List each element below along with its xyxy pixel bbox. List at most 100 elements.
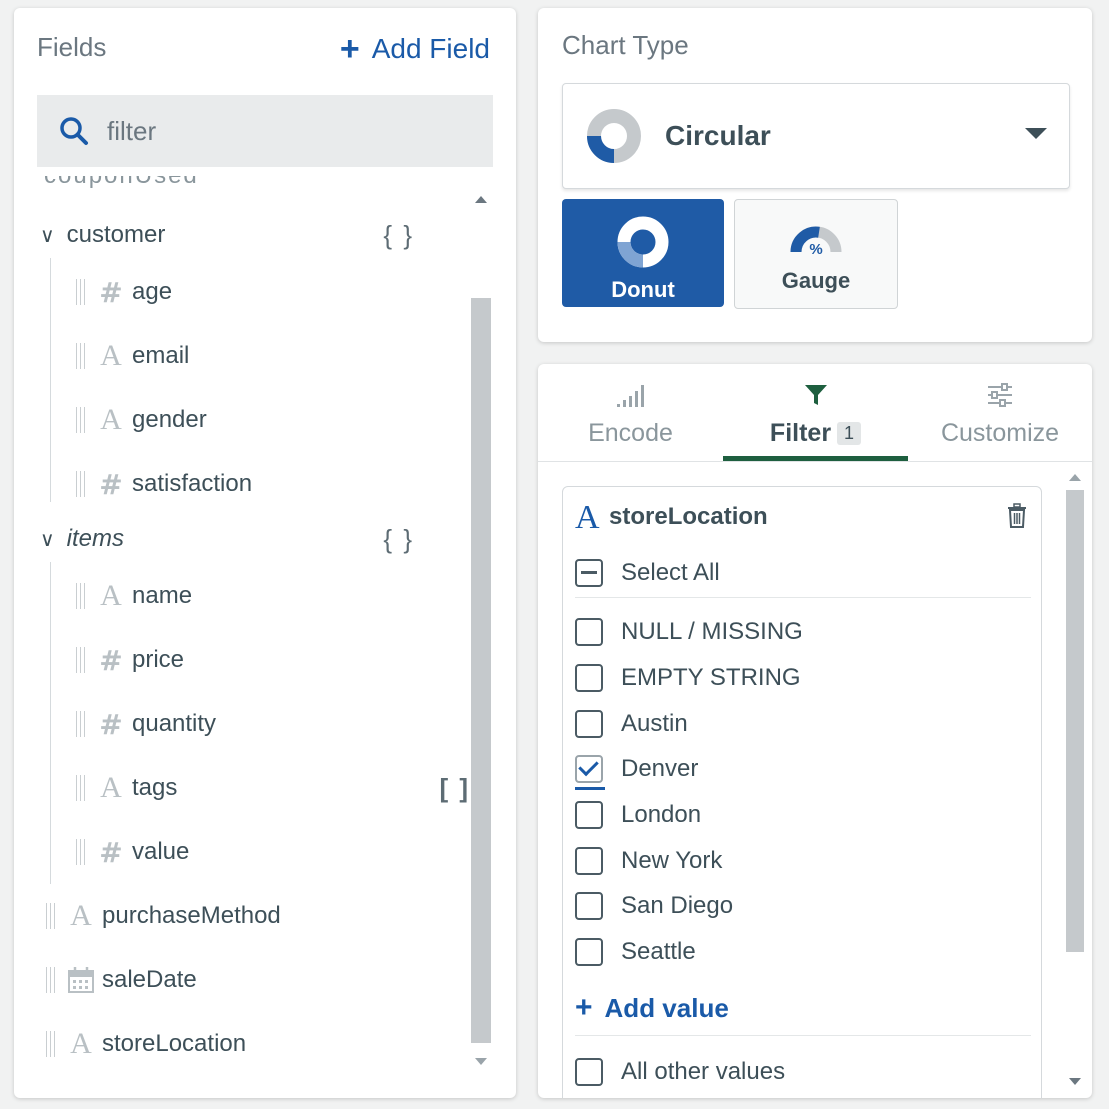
chart-type-dropdown[interactable]: Circular [562, 83, 1070, 189]
filter-scrollbar[interactable] [1064, 468, 1086, 1092]
svg-text:%: % [809, 241, 822, 258]
value-checkbox[interactable] [575, 1058, 603, 1086]
field-label: value [132, 838, 190, 865]
field-row-gender[interactable]: A gender [76, 390, 207, 450]
option-label: Denver [621, 755, 699, 782]
all-other-values-option[interactable]: All other values [575, 1058, 785, 1086]
add-value-button[interactable]: + Add value [575, 991, 729, 1025]
option-label: NULL / MISSING [621, 618, 803, 645]
drag-handle-icon[interactable] [76, 583, 86, 609]
donut-label: Donut [611, 277, 675, 302]
value-option-empty-string[interactable]: EMPTY STRING [575, 664, 801, 692]
tab-customize[interactable]: Customize [908, 382, 1092, 462]
cut-off-field-row[interactable]: couponUsed [44, 176, 344, 190]
fields-scrollbar[interactable] [470, 188, 492, 1073]
drag-handle-icon[interactable] [76, 343, 86, 369]
bar-signal-icon [616, 385, 644, 407]
trash-icon[interactable] [1005, 503, 1029, 534]
field-label: gender [132, 406, 207, 433]
field-row-value[interactable]: # value [76, 822, 189, 882]
value-option-london[interactable]: London [575, 801, 701, 829]
field-row-tags[interactable]: A tags [ ] [76, 758, 470, 818]
chart-type-title: Chart Type [562, 30, 689, 60]
tree-guide-line [50, 562, 51, 884]
scroll-down-icon[interactable] [1069, 1078, 1081, 1085]
field-row-saleDate[interactable]: saleDate [46, 950, 197, 1010]
field-filter-box[interactable] [37, 95, 493, 167]
value-option-new-york[interactable]: New York [575, 847, 722, 875]
tab-label: Customize [940, 419, 1060, 447]
field-label: tags [132, 774, 178, 801]
scroll-down-icon[interactable] [475, 1058, 487, 1065]
drag-handle-icon[interactable] [76, 407, 86, 433]
value-option-san-diego[interactable]: San Diego [575, 892, 733, 920]
value-option-austin[interactable]: Austin [575, 710, 688, 738]
drag-handle-icon[interactable] [46, 903, 56, 929]
filter-field-name: storeLocation [609, 503, 768, 530]
add-value-label: Add value [604, 992, 729, 1023]
value-checkbox[interactable] [575, 710, 603, 738]
number-type-icon: # [99, 707, 123, 741]
option-label: Select All [621, 559, 720, 586]
field-label: quantity [132, 710, 217, 737]
scrollbar-thumb[interactable] [471, 298, 491, 1043]
drag-handle-icon[interactable] [46, 1031, 56, 1057]
field-row-price[interactable]: # price [76, 630, 184, 690]
field-label: name [132, 582, 193, 609]
number-type-icon: # [99, 467, 123, 501]
drag-handle-icon[interactable] [76, 471, 86, 497]
group-row-customer[interactable]: ∨ customer { } [40, 205, 470, 265]
donut-subtype-button[interactable]: Donut [562, 199, 724, 307]
value-checkbox-checked[interactable] [575, 755, 603, 783]
drag-handle-icon[interactable] [76, 839, 86, 865]
field-row-purchaseMethod[interactable]: A purchaseMethod [46, 886, 281, 946]
scrollbar-thumb[interactable] [1066, 490, 1084, 952]
field-row-storeLocation[interactable]: A storeLocation [46, 1014, 246, 1074]
value-checkbox[interactable] [575, 847, 603, 875]
value-checkbox[interactable] [575, 892, 603, 920]
value-checkbox[interactable] [575, 801, 603, 829]
encode-filter-panel: Encode Filter 1 Customize A storeLocation [538, 364, 1092, 1098]
object-icon: { } [383, 219, 414, 250]
tab-encode[interactable]: Encode [538, 382, 723, 462]
string-type-icon: A [100, 403, 122, 436]
field-row-quantity[interactable]: # quantity [76, 694, 216, 754]
gauge-label: Gauge [781, 268, 851, 293]
option-label: San Diego [621, 892, 734, 919]
string-type-icon: A [100, 771, 122, 804]
field-row-satisfaction[interactable]: # satisfaction [76, 454, 252, 514]
drag-handle-icon[interactable] [76, 775, 86, 801]
drag-handle-icon[interactable] [76, 647, 86, 673]
select-all-checkbox[interactable] [575, 559, 603, 587]
option-label: All other values [621, 1058, 786, 1085]
value-checkbox[interactable] [575, 938, 603, 966]
option-label: New York [621, 847, 723, 874]
value-checkbox[interactable] [575, 664, 603, 692]
number-type-icon: # [99, 835, 123, 869]
group-row-items[interactable]: ∨ items { } [40, 509, 470, 569]
tab-filter[interactable]: Filter 1 [723, 382, 908, 462]
drag-handle-icon[interactable] [76, 279, 86, 305]
value-checkbox[interactable] [575, 618, 603, 646]
value-option-seattle[interactable]: Seattle [575, 938, 696, 966]
field-row-age[interactable]: # age [76, 262, 172, 322]
scroll-up-icon[interactable] [1069, 474, 1081, 481]
field-row-name[interactable]: A name [76, 566, 192, 626]
select-all-option[interactable]: Select All [575, 559, 720, 587]
add-field-button[interactable]: + Add Field [340, 32, 490, 66]
divider [575, 597, 1031, 598]
field-label: storeLocation [102, 1030, 247, 1057]
focus-underline [575, 787, 605, 790]
tabs-divider [538, 461, 1092, 462]
chevron-down-icon[interactable]: ∨ [40, 223, 55, 248]
drag-handle-icon[interactable] [46, 967, 56, 993]
chevron-down-icon[interactable]: ∨ [40, 527, 55, 552]
tab-label: Encode [588, 419, 673, 447]
scroll-up-icon[interactable] [475, 196, 487, 203]
drag-handle-icon[interactable] [76, 711, 86, 737]
field-filter-input[interactable] [105, 114, 469, 148]
value-option-denver[interactable]: Denver [575, 755, 698, 783]
field-row-email[interactable]: A email [76, 326, 189, 386]
value-option-null-missing[interactable]: NULL / MISSING [575, 618, 803, 646]
gauge-subtype-button[interactable]: % Gauge [734, 199, 898, 309]
